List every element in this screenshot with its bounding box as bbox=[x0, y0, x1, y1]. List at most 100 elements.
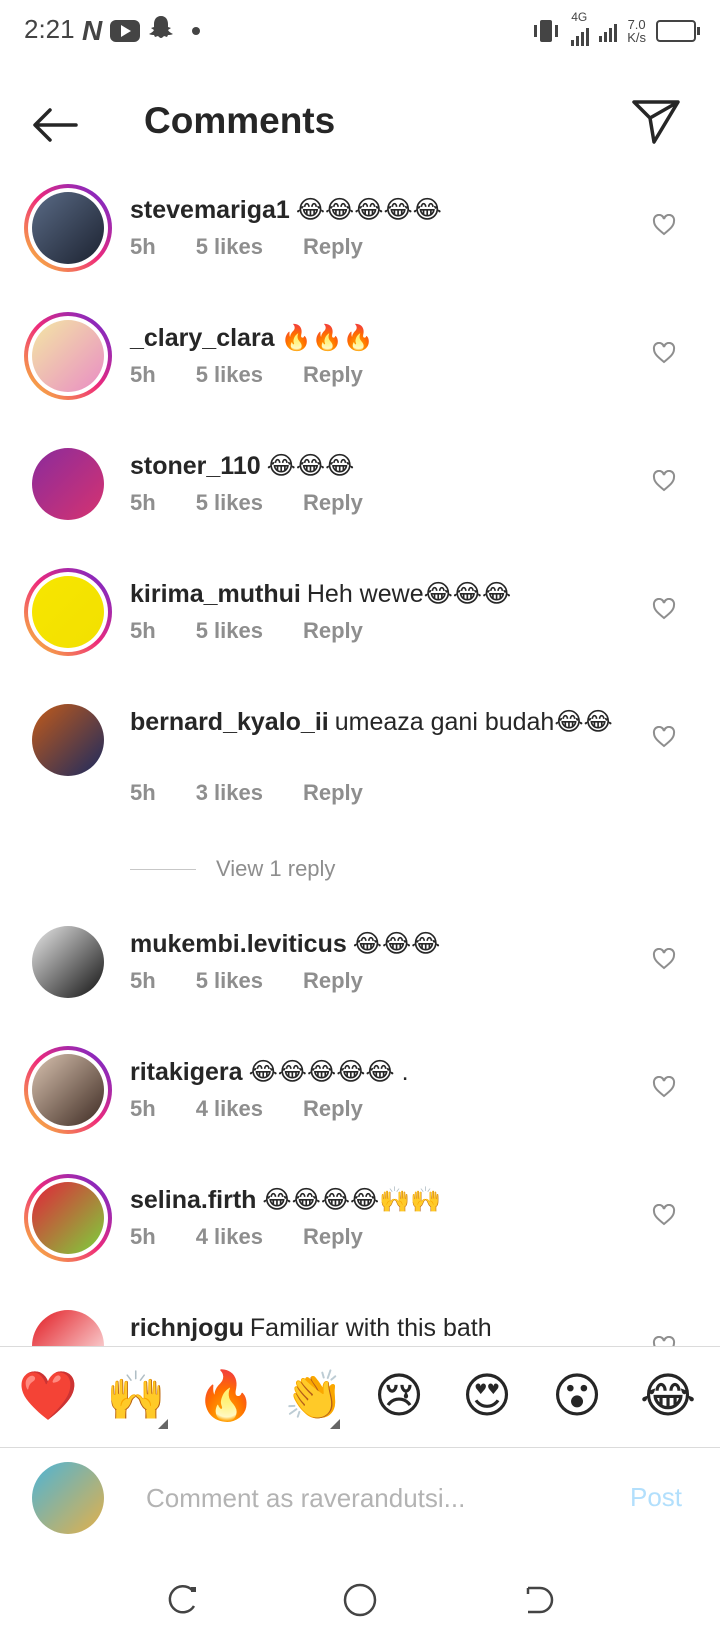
comment-meta: 5h 4 likes Reply bbox=[130, 1096, 403, 1122]
likes-count[interactable]: 5 likes bbox=[196, 618, 263, 644]
comment-text: ritakigera 😂😂😂😂😂 . bbox=[130, 1056, 620, 1089]
avatar[interactable] bbox=[24, 1046, 112, 1134]
avatar-image bbox=[32, 576, 104, 648]
heart-eyes-emoji[interactable]: 😍 bbox=[462, 1369, 512, 1425]
like-heart-button[interactable] bbox=[652, 1203, 676, 1226]
recents-button[interactable] bbox=[164, 1580, 204, 1620]
comment-username[interactable]: ritakigera bbox=[130, 1058, 243, 1086]
comment-username[interactable]: stevemariga1 bbox=[130, 196, 290, 224]
heart-icon bbox=[652, 947, 676, 970]
reply-button[interactable]: Reply bbox=[303, 490, 363, 516]
avatar[interactable] bbox=[24, 312, 112, 400]
my-avatar bbox=[32, 1462, 104, 1534]
heart-icon bbox=[652, 341, 676, 364]
post-button[interactable]: Post bbox=[630, 1482, 682, 1513]
like-heart-button[interactable] bbox=[652, 947, 676, 970]
reply-button[interactable]: Reply bbox=[303, 234, 363, 260]
avatar[interactable] bbox=[32, 704, 104, 776]
signal-icon bbox=[571, 24, 590, 46]
avatar[interactable] bbox=[24, 568, 112, 656]
like-heart-button[interactable] bbox=[652, 341, 676, 364]
dot-icon bbox=[192, 26, 201, 35]
comment-time: 5h bbox=[130, 234, 156, 259]
likes-count[interactable]: 5 likes bbox=[196, 362, 263, 388]
fire-emoji[interactable]: 🔥 bbox=[196, 1369, 256, 1425]
comment-username[interactable]: richnjogu bbox=[130, 1314, 244, 1342]
comment-username[interactable]: stoner_110 bbox=[130, 452, 261, 480]
comment-meta: 5h 5 likes Reply bbox=[130, 234, 403, 260]
system-back-button[interactable] bbox=[516, 1580, 556, 1620]
comment-input[interactable] bbox=[144, 1472, 588, 1524]
quick-emoji-bar: ❤️ 🙌 🔥 👏 😢 😍 😮 😂 bbox=[0, 1346, 720, 1448]
avatar[interactable] bbox=[32, 926, 104, 998]
comment-time: 5h bbox=[130, 490, 156, 515]
comment-body: umeaza gani budah😂😂 bbox=[334, 708, 613, 736]
like-heart-button[interactable] bbox=[652, 597, 676, 620]
back-button[interactable] bbox=[28, 102, 84, 148]
reply-button[interactable]: Reply bbox=[303, 618, 363, 644]
comment-username[interactable]: mukembi.leviticus bbox=[130, 930, 347, 958]
skin-tone-indicator bbox=[158, 1419, 168, 1429]
heart-icon bbox=[652, 1075, 676, 1098]
reply-button[interactable]: Reply bbox=[303, 780, 363, 806]
view-replies-label: View 1 reply bbox=[216, 856, 336, 881]
comment-username[interactable]: _clary_clara bbox=[130, 324, 275, 352]
likes-count[interactable]: 4 likes bbox=[196, 1096, 263, 1122]
comment-username[interactable]: selina.firth bbox=[130, 1186, 256, 1214]
comment-time: 5h bbox=[130, 1096, 156, 1121]
comment-text: stoner_110 😂😂😂 bbox=[130, 450, 620, 483]
surprised-emoji[interactable]: 😮 bbox=[552, 1369, 602, 1425]
view-replies-button[interactable]: View 1 reply bbox=[130, 856, 335, 882]
comment-meta: 5h 5 likes Reply bbox=[130, 618, 403, 644]
network-signal: 4G bbox=[571, 10, 590, 46]
raised-hands-emoji[interactable]: 🙌 bbox=[106, 1369, 166, 1425]
battery-icon bbox=[656, 20, 700, 42]
comment-time: 5h bbox=[130, 362, 156, 387]
crying-emoji[interactable]: 😢 bbox=[374, 1369, 424, 1425]
comment-text: kirima_muthui Heh wewe😂😂😂 bbox=[130, 578, 620, 611]
network-type: 4G bbox=[571, 10, 588, 24]
comment-meta: 5h 4 likes Reply bbox=[130, 1224, 403, 1250]
status-bar: 2:21 N 4G 7.0 K/s bbox=[0, 0, 720, 64]
heart-icon bbox=[652, 469, 676, 492]
clapping-emoji[interactable]: 👏 bbox=[284, 1369, 344, 1425]
like-heart-button[interactable] bbox=[652, 1075, 676, 1098]
speed-unit: K/s bbox=[627, 30, 646, 45]
comment-time: 5h bbox=[130, 968, 156, 993]
comment-composer: Post bbox=[0, 1448, 720, 1548]
comment-body: 😂😂😂 bbox=[266, 452, 355, 480]
likes-count[interactable]: 3 likes bbox=[196, 780, 263, 806]
comment-body: Heh wewe😂😂😂 bbox=[306, 580, 512, 608]
likes-count[interactable]: 5 likes bbox=[196, 490, 263, 516]
avatar-image bbox=[32, 1054, 104, 1126]
comment-meta: 5h 5 likes Reply bbox=[130, 362, 403, 388]
heart-emoji[interactable]: ❤️ bbox=[18, 1369, 78, 1425]
reply-button[interactable]: Reply bbox=[303, 968, 363, 994]
avatar-image bbox=[32, 1182, 104, 1254]
likes-count[interactable]: 5 likes bbox=[196, 234, 263, 260]
comment-text: bernard_kyalo_ii umeaza gani budah😂😂 bbox=[130, 706, 620, 739]
like-heart-button[interactable] bbox=[652, 213, 676, 236]
likes-count[interactable]: 4 likes bbox=[196, 1224, 263, 1250]
comment-time: 5h bbox=[130, 1224, 156, 1249]
like-heart-button[interactable] bbox=[652, 725, 676, 748]
status-time: 2:21 bbox=[24, 14, 75, 44]
heart-icon bbox=[652, 1203, 676, 1226]
avatar[interactable] bbox=[24, 184, 112, 272]
comment-username[interactable]: kirima_muthui bbox=[130, 580, 301, 608]
home-button[interactable] bbox=[340, 1580, 380, 1620]
likes-count[interactable]: 5 likes bbox=[196, 968, 263, 994]
youtube-icon bbox=[110, 19, 141, 42]
avatar[interactable] bbox=[32, 448, 104, 520]
reply-button[interactable]: Reply bbox=[303, 1224, 363, 1250]
share-button[interactable] bbox=[628, 94, 684, 150]
reply-button[interactable]: Reply bbox=[303, 1096, 363, 1122]
avatar-image bbox=[32, 320, 104, 392]
reply-button[interactable]: Reply bbox=[303, 362, 363, 388]
comment-username[interactable]: bernard_kyalo_ii bbox=[130, 708, 329, 736]
avatar[interactable] bbox=[24, 1174, 112, 1262]
header: Comments bbox=[0, 80, 720, 170]
like-heart-button[interactable] bbox=[652, 469, 676, 492]
comment-time: 5h bbox=[130, 780, 156, 805]
laughing-emoji[interactable]: 😂 bbox=[640, 1369, 696, 1425]
